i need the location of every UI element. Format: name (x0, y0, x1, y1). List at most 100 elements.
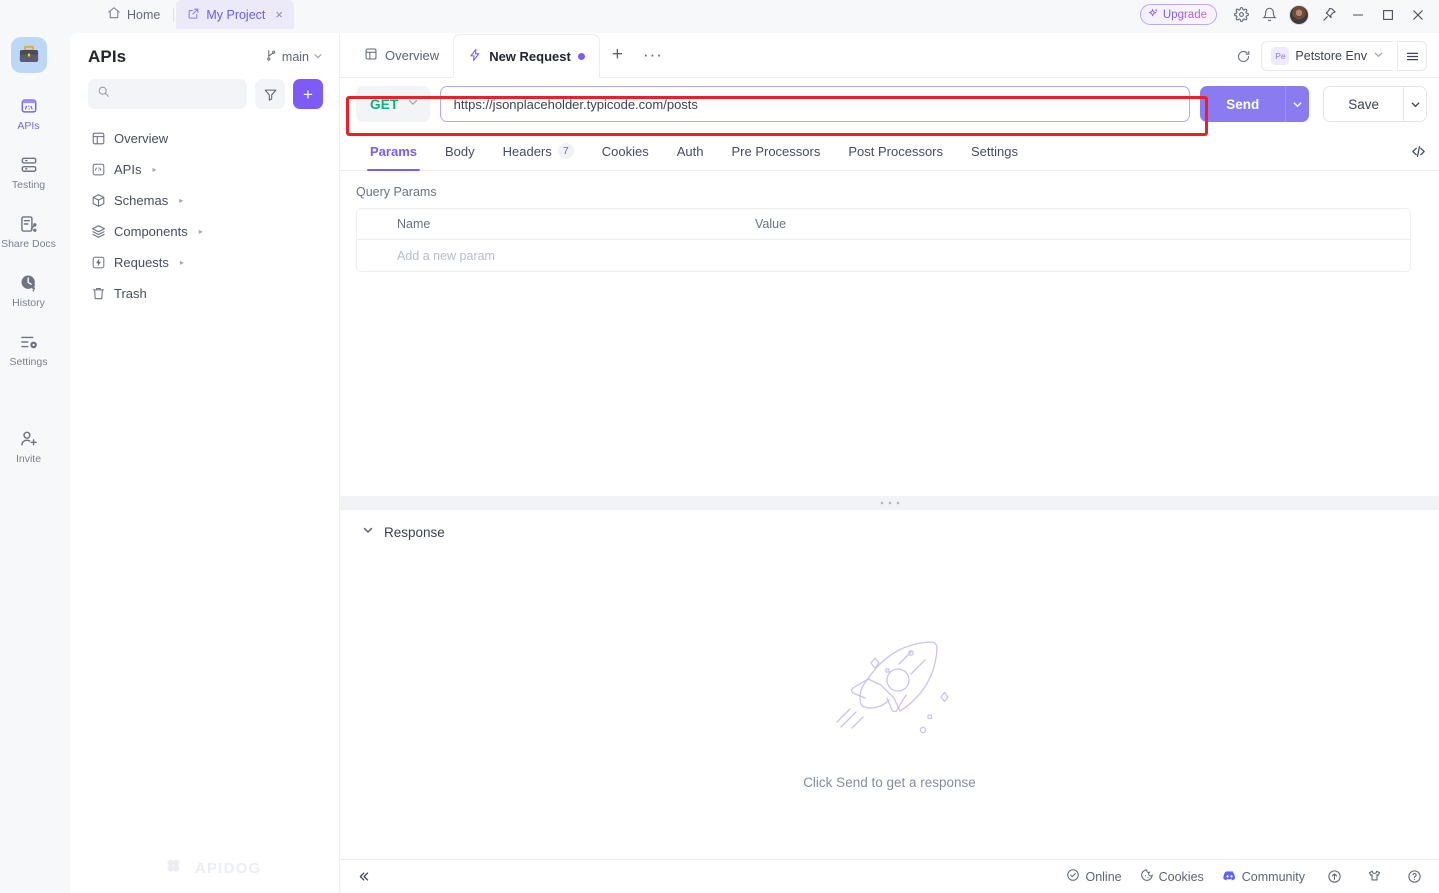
rail-item-invite[interactable]: Invite (0, 428, 57, 465)
status-cookies[interactable]: Cookies (1140, 868, 1204, 885)
settings-icon (19, 331, 39, 353)
overview-tab-icon (364, 47, 378, 64)
shirt-icon[interactable] (1363, 869, 1385, 884)
chevron-down-icon (313, 50, 323, 64)
status-community[interactable]: Community (1222, 868, 1305, 886)
close-icon[interactable]: × (275, 8, 283, 21)
table-header-row: Name Value (357, 209, 1410, 240)
environment-name: Petstore Env (1295, 49, 1367, 63)
sidebar-item-trash-label: Trash (114, 286, 147, 301)
gear-icon[interactable] (1227, 1, 1255, 29)
refresh-icon[interactable] (1229, 42, 1257, 70)
chevron-right-icon[interactable]: ▸ (199, 227, 203, 236)
rail-item-testing[interactable]: Testing (0, 154, 57, 191)
response-empty-text: Click Send to get a response (803, 775, 976, 790)
url-input-value: https://jsonplaceholder.typicode.com/pos… (453, 96, 698, 112)
new-tab-button[interactable]: + (600, 33, 635, 77)
search-input[interactable] (117, 87, 238, 101)
add-button[interactable]: + (293, 79, 323, 109)
status-online[interactable]: Online (1066, 868, 1122, 885)
schemas-icon (90, 193, 106, 208)
upgrade-button-label: Upgrade (1162, 8, 1207, 21)
apidog-watermark-label: APIDOG (195, 859, 262, 877)
chevron-right-icon[interactable]: ▸ (180, 258, 184, 267)
sidebar-item-schemas[interactable]: Schemas ▸ (82, 185, 331, 216)
chevron-right-icon[interactable]: ▸ (152, 165, 156, 174)
send-button[interactable]: Send (1200, 86, 1286, 122)
lightning-icon (468, 48, 482, 65)
tab-post-processors[interactable]: Post Processors (834, 132, 957, 171)
tab-body[interactable]: Body (431, 132, 489, 171)
url-input[interactable]: https://jsonplaceholder.typicode.com/pos… (439, 86, 1191, 122)
hamburger-icon[interactable] (1397, 41, 1427, 71)
panel-splitter[interactable] (340, 496, 1439, 510)
pin-icon[interactable] (1315, 1, 1343, 29)
avatar[interactable] (1289, 4, 1309, 25)
tab-settings[interactable]: Settings (957, 132, 1032, 171)
help-circle-icon[interactable] (1403, 869, 1425, 884)
rail-item-apis[interactable]: APIs (0, 95, 57, 132)
sidebar-header: APIs main (70, 33, 339, 67)
rail-item-settings[interactable]: Settings (0, 331, 57, 368)
method-selector[interactable]: GET (356, 86, 430, 122)
window-tab-my-project-label: My Project (206, 7, 266, 22)
tab-auth-label: Auth (676, 143, 704, 159)
send-options-button[interactable] (1285, 86, 1310, 122)
tab-cookies[interactable]: Cookies (588, 132, 663, 171)
sidebar-item-components[interactable]: Components ▸ (82, 216, 331, 247)
minimize-button[interactable] (1343, 0, 1373, 29)
trash-icon (90, 286, 106, 301)
sidebar-item-trash[interactable]: Trash (82, 278, 331, 309)
titlebar-actions: Upgrade (1139, 0, 1439, 29)
branch-selector[interactable]: main (265, 49, 323, 65)
tab-more-button[interactable]: ··· (635, 33, 671, 77)
sidebar-item-requests[interactable]: Requests ▸ (82, 247, 331, 278)
chevron-down-icon[interactable] (362, 523, 374, 541)
apidog-watermark: APIDOG (166, 857, 261, 879)
window-tab-my-project[interactable]: My Project × (176, 0, 294, 29)
rail-item-share-docs[interactable]: Share Docs (0, 213, 57, 250)
chevron-right-icon[interactable]: ▸ (179, 196, 183, 205)
table-row-new-param[interactable]: Add a new param (357, 240, 1410, 271)
upload-circle-icon[interactable] (1323, 869, 1345, 884)
status-cookies-label: Cookies (1158, 869, 1204, 884)
project-icon (187, 7, 200, 23)
save-options-button[interactable] (1403, 86, 1427, 122)
filter-icon[interactable] (255, 79, 285, 109)
unsaved-indicator (577, 52, 585, 60)
maximize-button[interactable] (1373, 0, 1403, 29)
tab-params[interactable]: Params (356, 132, 431, 171)
testing-icon (19, 154, 39, 176)
tab-post-processors-label: Post Processors (848, 143, 944, 159)
tab-cookies-label: Cookies (601, 143, 649, 159)
briefcase-icon[interactable] (10, 37, 47, 73)
window-tab-strip: Home My Project × (96, 0, 294, 29)
code-icon[interactable] (1410, 143, 1427, 160)
save-button[interactable]: Save (1323, 86, 1403, 122)
apis-icon (19, 95, 39, 117)
request-tab-overview[interactable]: Overview (350, 33, 453, 77)
apidog-logo-icon (166, 857, 188, 879)
rail-item-history[interactable]: History (0, 272, 57, 309)
environment-selector[interactable]: Pe Petstore Env (1261, 41, 1393, 71)
status-online-label: Online (1085, 869, 1122, 884)
sidebar-item-overview[interactable]: Overview (82, 123, 331, 154)
window-tab-home[interactable]: Home (96, 0, 171, 29)
overview-icon (90, 131, 106, 146)
bell-icon[interactable] (1255, 1, 1283, 29)
collapse-left-icon[interactable] (356, 869, 371, 884)
response-empty-state: Click Send to get a response (340, 630, 1439, 790)
request-tab-new-request[interactable]: New Request (453, 34, 600, 78)
chevron-down-icon (407, 95, 419, 113)
tab-auth[interactable]: Auth (663, 132, 718, 171)
sidebar-item-apis[interactable]: APIs ▸ (82, 154, 331, 185)
discord-icon (1222, 868, 1237, 886)
response-header[interactable]: Response (340, 510, 1439, 541)
tab-pre-processors[interactable]: Pre Processors (717, 132, 834, 171)
close-window-button[interactable] (1403, 0, 1433, 29)
search-box[interactable] (88, 79, 247, 109)
main-pane: Overview New Request + ··· Pe Petstore E… (340, 33, 1439, 893)
tab-headers[interactable]: Headers 7 (489, 132, 588, 171)
sidebar-item-requests-label: Requests (114, 255, 169, 270)
upgrade-button[interactable]: Upgrade (1139, 4, 1217, 25)
